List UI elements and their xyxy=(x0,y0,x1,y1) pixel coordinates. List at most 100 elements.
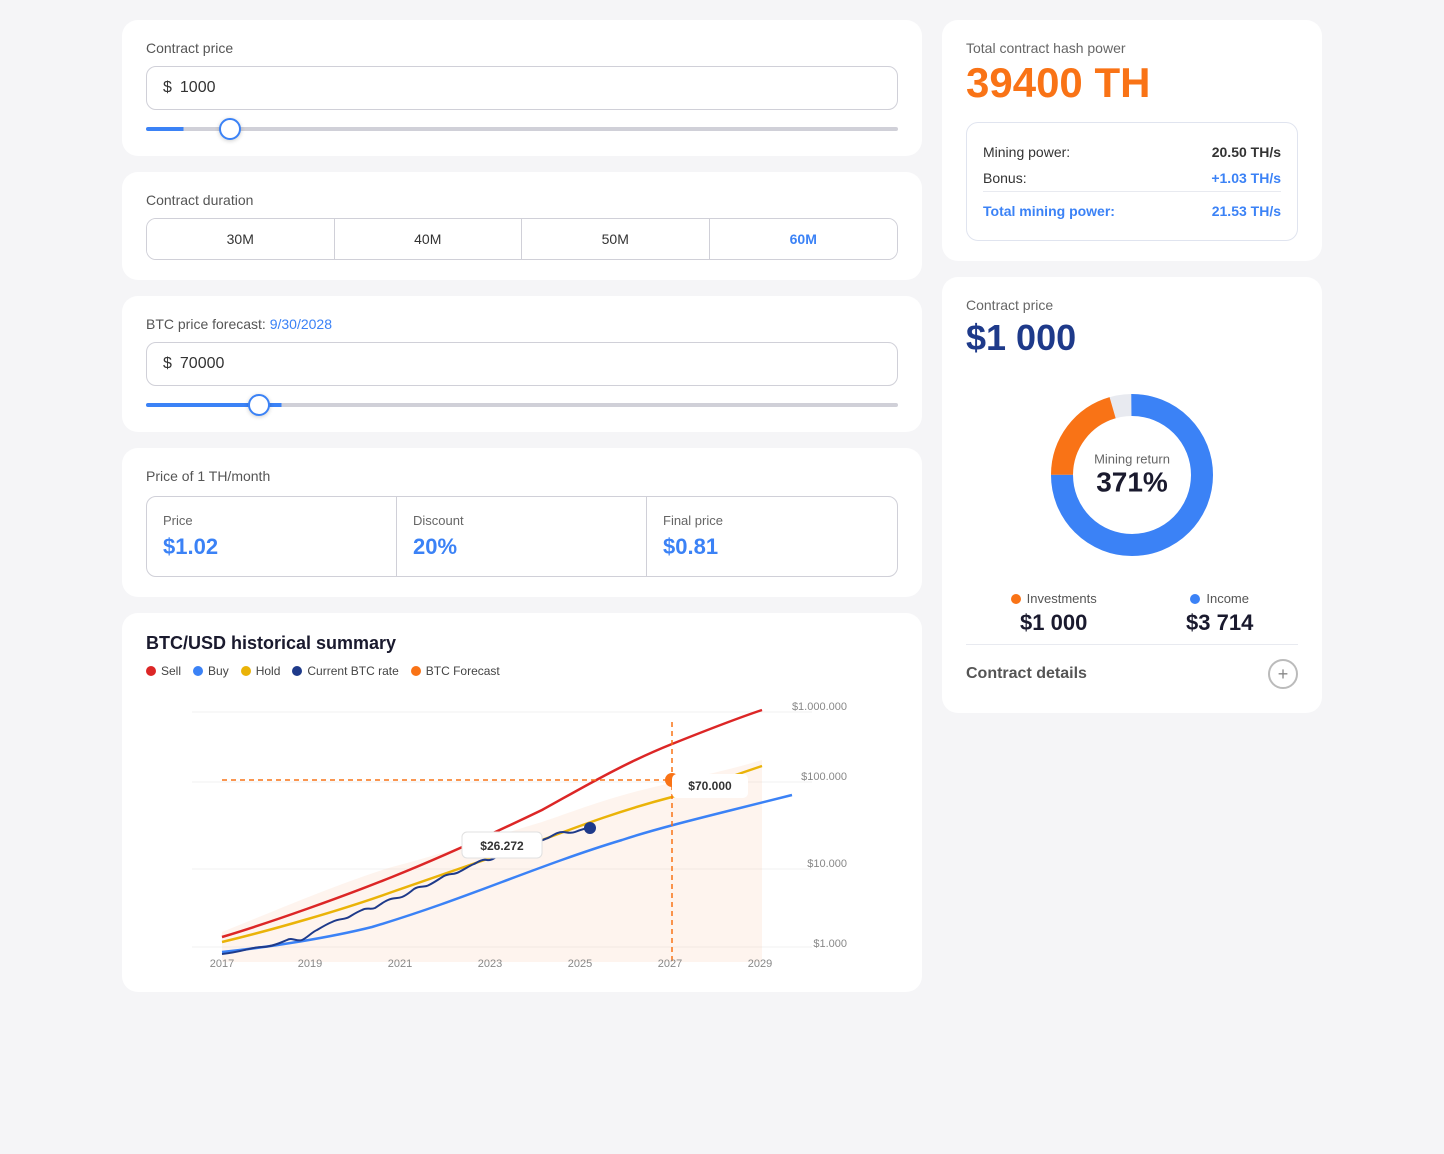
contract-price-card-value: $1 000 xyxy=(966,317,1298,359)
contract-price-field[interactable] xyxy=(180,79,881,97)
donut-section: Mining return 371% Investments $1 000 xyxy=(966,375,1298,693)
currency-symbol: $ xyxy=(163,79,172,97)
svg-text:$100.000: $100.000 xyxy=(801,771,847,783)
legend-sell-label: Sell xyxy=(161,664,181,678)
income-indicator: Income xyxy=(1186,591,1253,606)
discount-label: Discount xyxy=(413,513,630,528)
legend-buy-label: Buy xyxy=(208,664,229,678)
duration-tab-50m[interactable]: 50M xyxy=(522,219,710,259)
mining-power-row: Mining power: 20.50 TH/s xyxy=(983,139,1281,165)
discount-value: 20% xyxy=(413,534,630,560)
svg-text:$26.272: $26.272 xyxy=(480,839,524,853)
investments-dot xyxy=(1011,594,1021,604)
svg-text:2023: 2023 xyxy=(478,958,502,970)
total-mining-value: 21.53 TH/s xyxy=(1212,203,1281,219)
donut-center: Mining return 371% xyxy=(1094,452,1170,499)
price-value: $1.02 xyxy=(163,534,380,560)
price-th-section: Price of 1 TH/month Price $1.02 Discount… xyxy=(122,448,922,597)
duration-tabs: 30M 40M 50M 60M xyxy=(146,218,898,260)
donut-container: Mining return 371% xyxy=(1032,375,1232,575)
chart-card: BTC/USD historical summary Sell Buy Hold… xyxy=(122,613,922,992)
right-panel: Total contract hash power 39400 TH Minin… xyxy=(942,20,1322,992)
btc-price-input-container: $ xyxy=(146,342,898,386)
bonus-label: Bonus: xyxy=(983,170,1027,186)
duration-tab-40m[interactable]: 40M xyxy=(335,219,523,259)
mining-info-box: Mining power: 20.50 TH/s Bonus: +1.03 TH… xyxy=(966,122,1298,241)
chart-area: $1.000.000 $100.000 $10.000 $1.000 xyxy=(146,692,898,972)
legend-current-btc-label: Current BTC rate xyxy=(307,664,398,678)
price-cell-final: Final price $0.81 xyxy=(647,497,897,576)
contract-price-slider-container xyxy=(146,118,898,136)
investments-label: Investments xyxy=(1027,591,1097,606)
main-container: Contract price $ Contract duration 30M 4… xyxy=(122,20,1322,992)
svg-text:2029: 2029 xyxy=(748,958,772,970)
btc-forecast-section: BTC price forecast: 9/30/2028 $ xyxy=(122,296,922,432)
btc-price-slider-container xyxy=(146,394,898,412)
final-price-value: $0.81 xyxy=(663,534,881,560)
svg-text:$70.000: $70.000 xyxy=(688,779,732,793)
investments-value: $1 000 xyxy=(1011,610,1097,636)
btc-currency-symbol: $ xyxy=(163,355,172,373)
svg-text:2017: 2017 xyxy=(210,958,234,970)
left-panel: Contract price $ Contract duration 30M 4… xyxy=(122,20,922,992)
legend-buy-dot xyxy=(193,666,203,676)
income-value: $3 714 xyxy=(1186,610,1253,636)
total-mining-label: Total mining power: xyxy=(983,203,1115,219)
contract-price-label: Contract price xyxy=(146,40,898,56)
bonus-row: Bonus: +1.03 TH/s xyxy=(983,165,1281,191)
total-mining-row: Total mining power: 21.53 TH/s xyxy=(983,198,1281,224)
svg-text:$10.000: $10.000 xyxy=(807,858,847,870)
legend-current-btc: Current BTC rate xyxy=(292,664,398,678)
contract-duration-section: Contract duration 30M 40M 50M 60M xyxy=(122,172,922,280)
chart-svg: $1.000.000 $100.000 $10.000 $1.000 xyxy=(146,692,898,972)
contract-price-input-container: $ xyxy=(146,66,898,110)
legend-sell: Sell xyxy=(146,664,181,678)
investments-indicator: Investments xyxy=(1011,591,1097,606)
donut-center-value: 371% xyxy=(1094,467,1170,499)
final-price-label: Final price xyxy=(663,513,881,528)
investments-item: Investments $1 000 xyxy=(1011,591,1097,636)
legend-hold-dot xyxy=(241,666,251,676)
mining-power-label: Mining power: xyxy=(983,144,1070,160)
contract-details-label: Contract details xyxy=(966,665,1087,683)
contract-details-button[interactable]: + xyxy=(1268,659,1298,689)
btc-forecast-text: BTC price forecast: xyxy=(146,316,270,332)
duration-tab-30m[interactable]: 30M xyxy=(147,219,335,259)
price-label: Price xyxy=(163,513,380,528)
btc-price-field[interactable] xyxy=(180,355,881,373)
contract-duration-label: Contract duration xyxy=(146,192,898,208)
hash-power-label: Total contract hash power xyxy=(966,40,1298,56)
price-th-label: Price of 1 TH/month xyxy=(146,468,898,484)
income-dot xyxy=(1190,594,1200,604)
contract-price-slider[interactable] xyxy=(146,127,898,131)
legend-current-btc-dot xyxy=(292,666,302,676)
contract-price-card: Contract price $1 000 Mining return xyxy=(942,277,1322,713)
bonus-value: +1.03 TH/s xyxy=(1211,170,1281,186)
legend-buy: Buy xyxy=(193,664,229,678)
legend-hold-label: Hold xyxy=(256,664,281,678)
svg-text:$1.000: $1.000 xyxy=(813,938,847,950)
price-grid: Price $1.02 Discount 20% Final price $0.… xyxy=(146,496,898,577)
btc-price-slider[interactable] xyxy=(146,403,898,407)
legend-sell-dot xyxy=(146,666,156,676)
donut-center-label: Mining return xyxy=(1094,452,1170,467)
income-label: Income xyxy=(1206,591,1249,606)
contract-price-section: Contract price $ xyxy=(122,20,922,156)
contract-price-card-label: Contract price xyxy=(966,297,1298,313)
svg-text:2021: 2021 xyxy=(388,958,412,970)
chart-title: BTC/USD historical summary xyxy=(146,633,898,654)
svg-text:$1.000.000: $1.000.000 xyxy=(792,701,847,713)
duration-tab-60m[interactable]: 60M xyxy=(710,219,898,259)
invest-income-row: Investments $1 000 Income $3 714 xyxy=(966,591,1298,636)
legend-hold: Hold xyxy=(241,664,281,678)
svg-text:2025: 2025 xyxy=(568,958,592,970)
mining-power-value: 20.50 TH/s xyxy=(1212,144,1281,160)
income-item: Income $3 714 xyxy=(1186,591,1253,636)
mining-divider xyxy=(983,191,1281,192)
legend-btc-forecast-dot xyxy=(411,666,421,676)
btc-forecast-date[interactable]: 9/30/2028 xyxy=(270,316,332,332)
legend-btc-forecast-label: BTC Forecast xyxy=(426,664,500,678)
chart-legend: Sell Buy Hold Current BTC rate BTC Forec… xyxy=(146,664,898,678)
price-cell-price: Price $1.02 xyxy=(147,497,397,576)
hash-power-value: 39400 TH xyxy=(966,60,1298,106)
